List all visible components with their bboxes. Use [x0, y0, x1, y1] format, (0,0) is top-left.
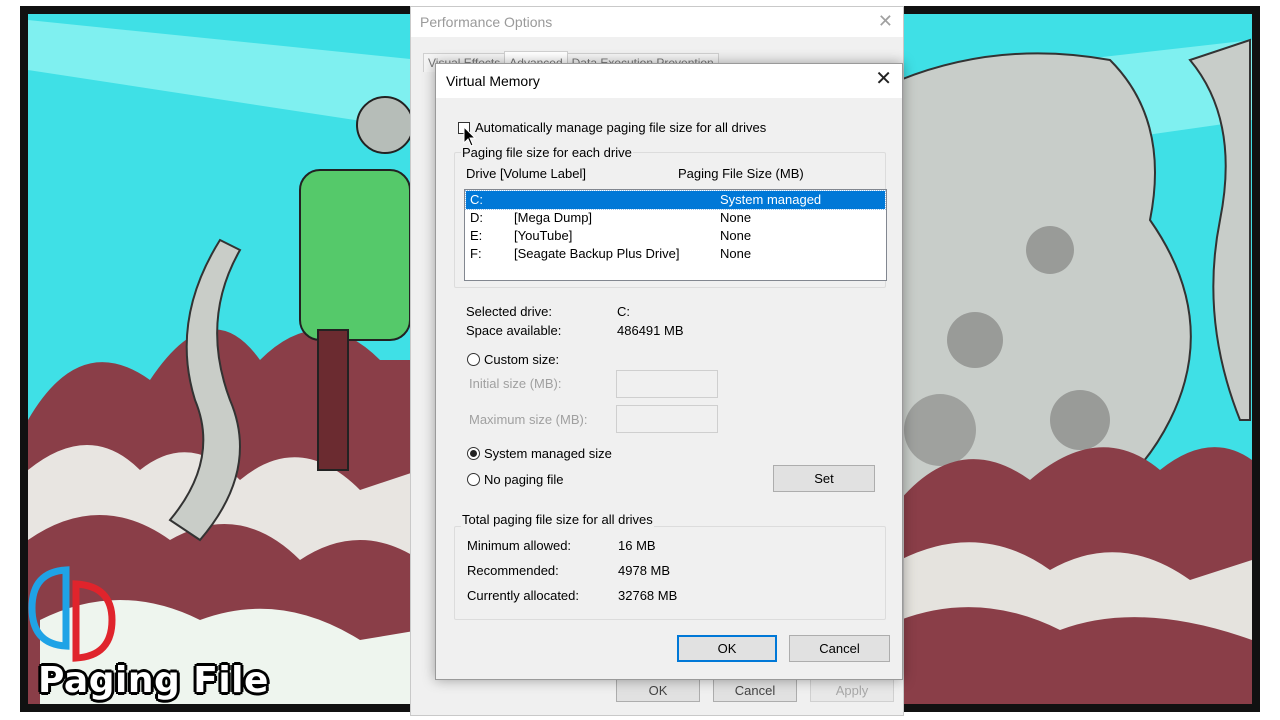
recommended-label: Recommended: — [467, 563, 559, 578]
virtual-memory-title: Virtual Memory — [446, 73, 540, 89]
selected-drive-value: C: — [617, 304, 630, 319]
performance-options-titlebar: Performance Options ✕ — [411, 7, 903, 37]
custom-size-label: Custom size: — [484, 352, 560, 367]
drive-paging-size: None — [720, 246, 752, 261]
perf-cancel-button[interactable]: Cancel — [713, 679, 797, 702]
minimum-allowed-value: 16 MB — [618, 538, 656, 553]
space-available-label: Space available: — [466, 323, 562, 338]
drive-letter: D: — [470, 210, 483, 225]
ok-button[interactable]: OK — [677, 635, 777, 662]
system-managed-radio[interactable] — [467, 447, 480, 460]
custom-size-option[interactable]: Custom size: — [467, 352, 559, 367]
selected-drive-label: Selected drive: — [466, 304, 552, 319]
virtual-memory-titlebar: Virtual Memory ✕ — [436, 64, 902, 98]
custom-size-radio[interactable] — [467, 353, 480, 366]
no-paging-label: No paging file — [484, 472, 564, 487]
system-managed-option[interactable]: System managed size — [467, 446, 612, 461]
performance-options-buttons: OK Cancel Apply — [616, 679, 894, 702]
space-available-value: 486491 MB — [617, 323, 684, 338]
currently-allocated-value: 32768 MB — [618, 588, 678, 603]
no-paging-radio[interactable] — [467, 473, 480, 486]
auto-manage-row[interactable]: Automatically manage paging file size fo… — [458, 120, 766, 135]
mouse-pointer-icon — [463, 125, 477, 151]
drive-letter: F: — [470, 246, 482, 261]
virtual-memory-dialog: Virtual Memory ✕ Automatically manage pa… — [435, 63, 903, 680]
drive-row-c[interactable]: C: System managed — [465, 190, 886, 210]
drive-row-f[interactable]: F: [Seagate Backup Plus Drive] None — [466, 245, 885, 263]
channel-logo-icon — [28, 566, 118, 665]
totals-group-label: Total paging file size for all drives — [461, 512, 654, 527]
drive-volume-label: [YouTube] — [514, 228, 573, 243]
maximum-size-input[interactable] — [616, 405, 718, 433]
drive-row-d[interactable]: D: [Mega Dump] None — [466, 209, 885, 227]
initial-size-label: Initial size (MB): — [469, 376, 562, 391]
drive-list[interactable]: C: System managed D: [Mega Dump] None E:… — [464, 189, 887, 281]
cancel-button[interactable]: Cancel — [789, 635, 890, 662]
drive-volume-label: [Seagate Backup Plus Drive] — [514, 246, 680, 261]
no-paging-option[interactable]: No paging file — [467, 472, 564, 487]
recommended-value: 4978 MB — [618, 563, 671, 578]
drive-column-header: Drive [Volume Label] — [466, 166, 586, 181]
drive-row-e[interactable]: E: [YouTube] None — [466, 227, 885, 245]
set-button[interactable]: Set — [773, 465, 875, 492]
system-managed-label: System managed size — [484, 446, 612, 461]
drive-letter: E: — [470, 228, 483, 243]
video-caption: Paging File — [38, 660, 269, 701]
paging-group-label: Paging file size for each drive — [461, 145, 633, 160]
perf-ok-button[interactable]: OK — [616, 679, 700, 702]
close-icon[interactable]: ✕ — [875, 69, 892, 89]
currently-allocated-label: Currently allocated: — [467, 588, 579, 603]
drive-paging-size: None — [720, 210, 752, 225]
minimum-allowed-label: Minimum allowed: — [467, 538, 572, 553]
perf-apply-button[interactable]: Apply — [810, 679, 894, 702]
size-column-header: Paging File Size (MB) — [678, 166, 804, 181]
drive-letter: C: — [470, 192, 483, 207]
drive-paging-size: System managed — [720, 192, 822, 207]
performance-options-title: Performance Options — [420, 14, 553, 30]
initial-size-input[interactable] — [616, 370, 718, 398]
auto-manage-label: Automatically manage paging file size fo… — [475, 120, 767, 135]
close-icon[interactable]: ✕ — [878, 11, 893, 32]
drive-volume-label: [Mega Dump] — [514, 210, 593, 225]
drive-paging-size: None — [720, 228, 752, 243]
maximum-size-label: Maximum size (MB): — [469, 412, 588, 427]
